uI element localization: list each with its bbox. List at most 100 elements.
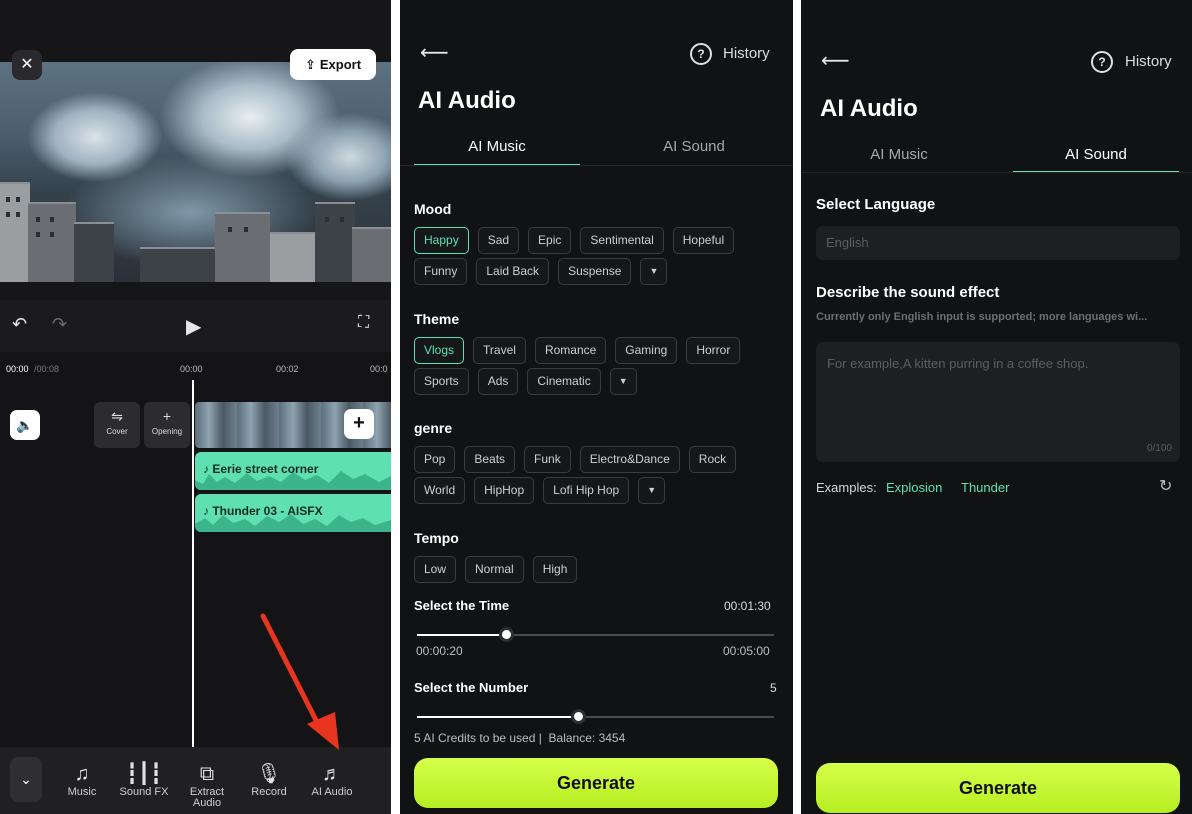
chip-mood-laid-back[interactable]: Laid Back (476, 258, 550, 285)
history-help-icon[interactable]: ? (1091, 51, 1113, 73)
example-thunder[interactable]: Thunder (961, 480, 1009, 495)
chip-mood-happy[interactable]: Happy (414, 227, 469, 254)
back-arrow-icon[interactable]: ⟵ (420, 40, 449, 65)
ai-sound-screen: ⟵ ? History AI Audio AI Music AI Sound S… (801, 0, 1192, 814)
chip-genre-funk[interactable]: Funk (524, 446, 571, 473)
chip-mood-sad[interactable]: Sad (477, 227, 520, 254)
back-arrow-icon[interactable]: ⟵ (821, 48, 850, 73)
opening-button[interactable]: + Opening (144, 402, 190, 448)
tab-ai-music[interactable]: AI Music (414, 138, 580, 155)
credits-line: 5 AI Credits to be used | Balance: 3454 (414, 731, 626, 745)
chip-genre-electro-dance[interactable]: Electro&Dance (579, 446, 680, 473)
video-editor-screen: ✕ ⇪ Export ↶ ↷ ▶ ⛶ 00:00 /00:08 00:00 00:… (0, 0, 391, 814)
chip-mood-sentimental[interactable]: Sentimental (580, 227, 664, 254)
number-slider-handle[interactable] (570, 709, 586, 724)
time-value: 00:01:30 (724, 599, 771, 613)
export-label: Export (319, 57, 362, 72)
chip-mood-suspense[interactable]: Suspense (558, 258, 632, 285)
chip-theme-sports[interactable]: Sports (414, 368, 469, 395)
tool-label: Record (251, 786, 287, 798)
generate-button[interactable]: Generate (414, 758, 778, 808)
add-clip-button[interactable]: + (344, 409, 374, 439)
audio-clip[interactable]: ♪ Thunder 03 - AISFX (195, 494, 391, 532)
tool-ai-audio[interactable]: ♬ AI Audio (302, 761, 362, 798)
export-button[interactable]: ⇪ Export (290, 49, 376, 80)
chip-theme-vlogs[interactable]: Vlogs (414, 337, 465, 364)
caret-down-icon: ▼ (649, 266, 659, 276)
tab-ai-sound[interactable]: AI Sound (611, 138, 777, 155)
mute-track-button[interactable]: 🔈 (10, 410, 40, 440)
history-button[interactable]: History (1125, 53, 1172, 70)
expand-genre-button[interactable]: ▼ (638, 477, 666, 504)
chip-theme-romance[interactable]: Romance (534, 337, 607, 364)
chip-tempo-normal[interactable]: Normal (465, 556, 524, 583)
chip-mood-hopeful[interactable]: Hopeful (672, 227, 735, 254)
playhead[interactable] (192, 380, 194, 748)
chip-genre-lofi-hip-hop[interactable]: Lofi Hip Hop (543, 477, 630, 504)
chip-theme-cinematic[interactable]: Cinematic (527, 368, 601, 395)
audio-clip[interactable]: ♪ Eerie street corner (195, 452, 391, 490)
play-icon[interactable]: ▶ (186, 314, 201, 339)
generate-button[interactable]: Generate (816, 763, 1180, 813)
number-heading: Select the Number (414, 680, 529, 695)
tab-ai-sound[interactable]: AI Sound (1013, 146, 1179, 163)
tool-music[interactable]: ♫ Music (52, 761, 112, 798)
chip-theme-travel[interactable]: Travel (473, 337, 526, 364)
language-select[interactable]: English (816, 226, 1180, 260)
chip-genre-pop[interactable]: Pop (414, 446, 456, 473)
chip-tempo-low[interactable]: Low (414, 556, 457, 583)
genre-chips-row2: World HipHop Lofi Hip Hop ▼ (414, 477, 666, 504)
describe-heading: Describe the sound effect (816, 284, 1000, 301)
fullscreen-icon[interactable]: ⛶ (358, 314, 369, 332)
cover-label: Cover (106, 427, 128, 436)
chip-genre-world[interactable]: World (414, 477, 466, 504)
chip-mood-funny[interactable]: Funny (414, 258, 468, 285)
chip-mood-epic[interactable]: Epic (528, 227, 572, 254)
number-slider-fill (417, 716, 578, 718)
tool-label: Extract Audio (189, 786, 225, 809)
undo-icon[interactable]: ↶ (12, 314, 27, 335)
swap-icon: ⇋ (111, 408, 123, 424)
sound-bars-icon: ┇┃┇ (125, 763, 163, 785)
ruler-mark: 00:02 (276, 364, 299, 374)
chip-genre-rock[interactable]: Rock (688, 446, 737, 473)
expand-theme-button[interactable]: ▼ (609, 368, 637, 395)
timecode-current: 00:00 (6, 364, 29, 374)
collapse-toolbar-button[interactable]: ⌄ (10, 757, 42, 802)
cover-button[interactable]: ⇋ Cover (94, 402, 140, 448)
language-heading: Select Language (816, 196, 936, 213)
chip-theme-ads[interactable]: Ads (477, 368, 519, 395)
time-slider-handle[interactable] (498, 627, 514, 642)
plus-icon: + (162, 408, 172, 424)
ai-audio-icon: ♬ (322, 763, 342, 785)
tempo-chips: Low Normal High (414, 556, 578, 583)
tempo-heading: Tempo (414, 530, 459, 546)
expand-mood-button[interactable]: ▼ (640, 258, 668, 285)
close-icon: ✕ (20, 56, 34, 73)
time-min: 00:00:20 (416, 644, 463, 658)
chevron-down-icon: ⌄ (20, 771, 32, 787)
chip-genre-hiphop[interactable]: HipHop (474, 477, 535, 504)
tab-ai-music[interactable]: AI Music (816, 146, 982, 163)
tool-extract-audio[interactable]: ⧉ Extract Audio (177, 761, 237, 809)
chip-theme-horror[interactable]: Horror (686, 337, 741, 364)
audio-clip-title: Eerie street corner (212, 462, 319, 476)
sound-description-textarea[interactable]: For example,A kitten purring in a coffee… (816, 342, 1180, 462)
chip-tempo-high[interactable]: High (532, 556, 578, 583)
playback-controls: ↶ ↷ ▶ ⛶ (0, 312, 391, 342)
refresh-examples-icon[interactable]: ↻ (1159, 476, 1172, 496)
tool-record[interactable]: 🎙 Record (239, 761, 299, 798)
chip-genre-beats[interactable]: Beats (464, 446, 516, 473)
history-button[interactable]: History (723, 45, 770, 62)
history-help-icon[interactable]: ? (690, 43, 712, 65)
close-button[interactable]: ✕ (12, 50, 42, 80)
redo-icon[interactable]: ↷ (52, 314, 67, 335)
ai-music-screen: ⟵ ? History AI Audio AI Music AI Sound M… (400, 0, 793, 814)
chip-theme-gaming[interactable]: Gaming (615, 337, 678, 364)
extract-audio-icon: ⧉ (199, 763, 215, 785)
mood-chips-row2: Funny Laid Back Suspense ▼ (414, 258, 668, 285)
mood-heading: Mood (414, 201, 452, 217)
tool-label: Music (67, 786, 97, 798)
tool-sound-fx[interactable]: ┇┃┇ Sound FX (114, 761, 174, 798)
example-explosion[interactable]: Explosion (886, 480, 942, 495)
